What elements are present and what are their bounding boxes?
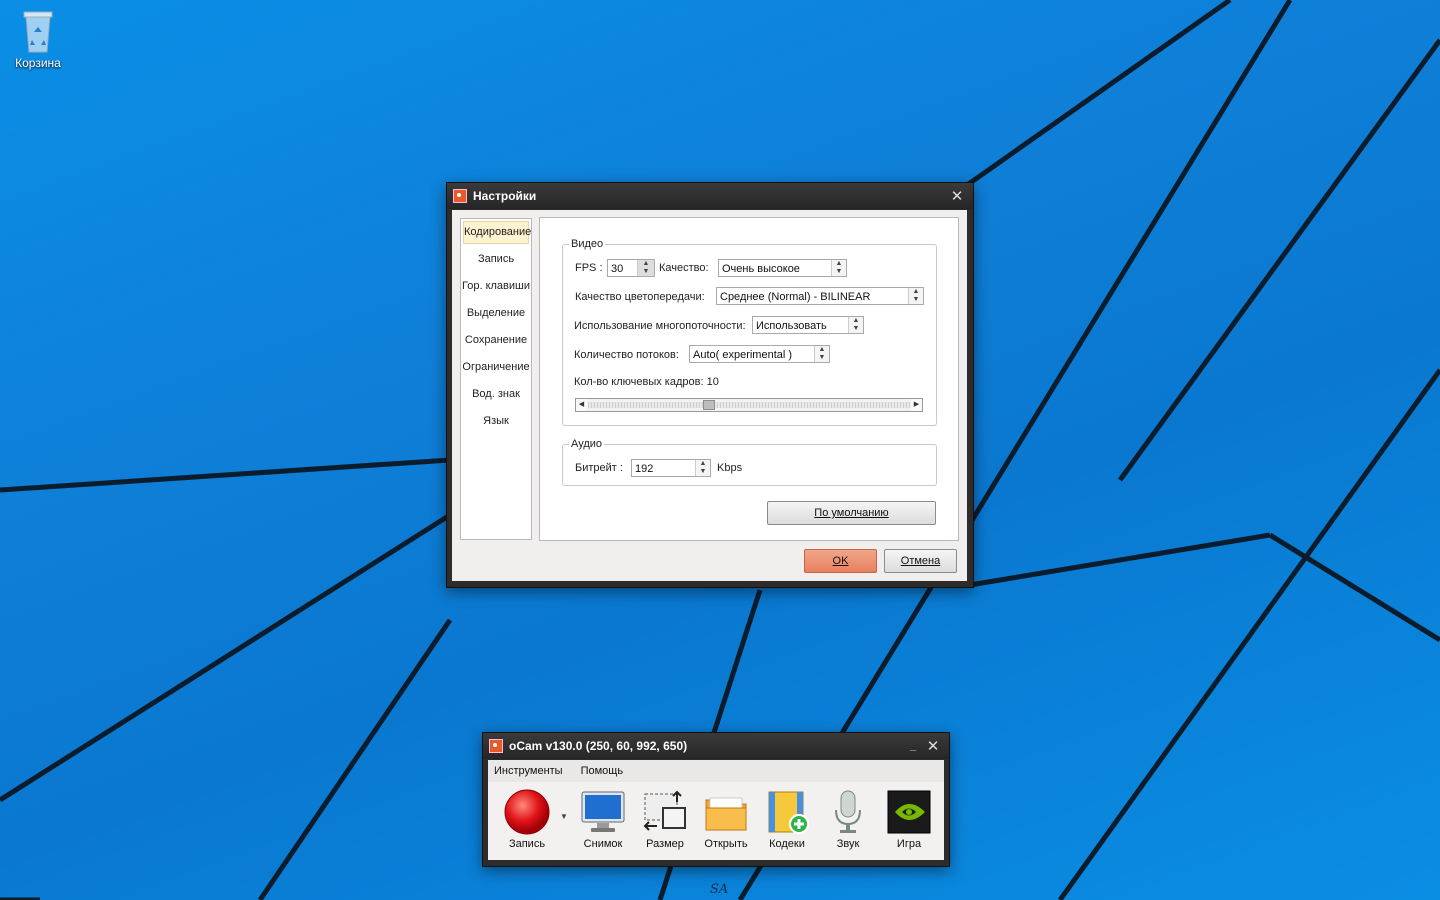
nav-item-watermark[interactable]: Вод. знак (461, 381, 531, 408)
codecs-label: Кодеки (769, 838, 805, 850)
settings-title: Настройки (473, 189, 537, 203)
threads-label: Количество потоков: (574, 349, 679, 361)
encoding-panel: Видео FPS : 30 ▲ ▼ Качество: Очень высоко… (539, 217, 959, 541)
record-button[interactable]: Запись (499, 788, 555, 850)
ocam-titlebar[interactable]: oCam v130.0 (250, 60, 992, 650) _ ✕ (483, 733, 949, 759)
default-button-label: По умолчанию (814, 507, 889, 519)
chevron-updown-icon: ▲ ▼ (814, 346, 829, 362)
minimize-icon[interactable]: _ (903, 737, 923, 755)
threads-select[interactable]: Auto( experimental ) ▲ ▼ (689, 345, 830, 363)
fps-value: 30 (611, 263, 624, 275)
default-button[interactable]: По умолчанию (767, 501, 936, 525)
slider-thumb[interactable] (702, 400, 715, 410)
bitrate-value: 192 (635, 463, 654, 475)
ocam-app-icon (453, 189, 467, 203)
close-icon[interactable]: ✕ (947, 187, 967, 205)
threads-value: Auto( experimental ) (693, 349, 793, 361)
cancel-button[interactable]: Отмена (884, 549, 957, 573)
settings-client: Кодирование Запись Гор. клавиши Выделени… (452, 210, 967, 581)
slider-track (588, 402, 910, 408)
cancel-button-label: Отмена (900, 555, 941, 567)
settings-titlebar[interactable]: Настройки ✕ (447, 183, 973, 209)
game-button[interactable]: Игра (881, 788, 937, 850)
resize-label: Размер (646, 838, 684, 850)
microphone-icon (835, 790, 861, 833)
color-quality-label: Качество цветопередачи: (575, 291, 705, 303)
nav-item-selection[interactable]: Выделение (461, 300, 531, 327)
ok-button-label: OK (832, 555, 849, 567)
quality-value: Очень высокое (722, 263, 800, 275)
nav-item-encoding[interactable]: Кодирование (463, 221, 531, 244)
keyframes-label: Кол-во ключевых кадров: 10 (574, 376, 719, 388)
slider-right-arrow-icon[interactable]: ▶ (911, 399, 922, 411)
sound-label: Звук (836, 838, 860, 850)
bitrate-unit: Kbps (717, 462, 743, 474)
chevron-updown-icon: ▲ ▼ (831, 260, 846, 276)
ocam-menubar: Инструменты Помощь (488, 760, 944, 782)
audio-legend: Аудио (571, 438, 603, 450)
settings-nav: Кодирование Запись Гор. клавиши Выделени… (460, 218, 532, 540)
keyframes-label-text: Кол-во ключевых кадров: (574, 376, 704, 388)
ok-button[interactable]: OK (804, 549, 877, 573)
recycle-bin-label: Корзина (15, 56, 61, 70)
multithread-value: Использовать (756, 320, 827, 332)
resize-icon (643, 790, 686, 831)
video-legend: Видео (571, 238, 604, 250)
quality-label: Качество: (659, 262, 709, 274)
spin-icon[interactable]: ▲ ▼ (637, 260, 654, 276)
record-label: Запись (508, 838, 546, 850)
keyframes-value: 10 (706, 376, 719, 388)
chevron-updown-icon: ▲ ▼ (848, 317, 863, 333)
nav-item-limit[interactable]: Ограничение (461, 354, 531, 381)
keyframes-slider[interactable]: ◀ ▶ (575, 398, 923, 412)
folder-icon (705, 797, 747, 831)
bitrate-input[interactable]: 192 ▲ ▼ (631, 459, 711, 477)
nvidia-icon (887, 790, 931, 834)
color-quality-value: Среднее (Normal) - BILINEAR (720, 291, 871, 303)
open-button[interactable]: Открыть (698, 788, 754, 850)
settings-window: Настройки ✕ Кодирование Запись Гор. клав… (446, 182, 974, 588)
dropdown-arrow-icon[interactable]: ▼ (560, 812, 568, 821)
fps-input[interactable]: 30 ▲ ▼ (607, 259, 655, 277)
open-label: Открыть (704, 838, 748, 850)
ocam-toolbar: Запись ▼ Снимок Размер Открыть Кодеки Зв… (488, 782, 944, 860)
game-label: Игра (896, 838, 922, 850)
sound-button[interactable]: Звук (820, 788, 876, 850)
codec-icon (768, 791, 809, 834)
color-quality-select[interactable]: Среднее (Normal) - BILINEAR ▲ ▼ (716, 287, 924, 305)
resize-button[interactable]: Размер (637, 788, 693, 850)
ocam-app-icon (489, 739, 503, 753)
menu-tools[interactable]: Инструменты (494, 765, 563, 777)
record-icon (504, 789, 550, 835)
screenshot-button[interactable]: Снимок (575, 788, 631, 850)
nav-item-language[interactable]: Язык (461, 408, 531, 435)
signature-mark: SA (710, 882, 729, 897)
close-icon[interactable]: ✕ (923, 737, 943, 755)
bitrate-label: Битрейт : (575, 462, 623, 474)
slider-left-arrow-icon[interactable]: ◀ (576, 399, 587, 411)
recycle-bin-icon (23, 11, 53, 53)
monitor-icon (581, 791, 625, 832)
fps-label: FPS : (575, 262, 603, 274)
spin-icon[interactable]: ▲ ▼ (695, 460, 710, 476)
chevron-updown-icon: ▲ ▼ (908, 288, 923, 304)
multithread-label: Использование многопоточности: (574, 320, 746, 332)
ocam-window: oCam v130.0 (250, 60, 992, 650) _ ✕ Инст… (482, 732, 950, 867)
screenshot-label: Снимок (583, 838, 623, 850)
ocam-title: oCam v130.0 (250, 60, 992, 650) (509, 739, 688, 753)
nav-item-record[interactable]: Запись (461, 246, 531, 273)
nav-item-save[interactable]: Сохранение (461, 327, 531, 354)
recycle-bin-shortcut[interactable]: Корзина (8, 6, 68, 70)
menu-help[interactable]: Помощь (581, 765, 624, 777)
quality-select[interactable]: Очень высокое ▲ ▼ (718, 259, 847, 277)
nav-item-hotkeys[interactable]: Гор. клавиши (461, 273, 531, 300)
codecs-button[interactable]: Кодеки (759, 788, 815, 850)
multithread-select[interactable]: Использовать ▲ ▼ (752, 316, 864, 334)
